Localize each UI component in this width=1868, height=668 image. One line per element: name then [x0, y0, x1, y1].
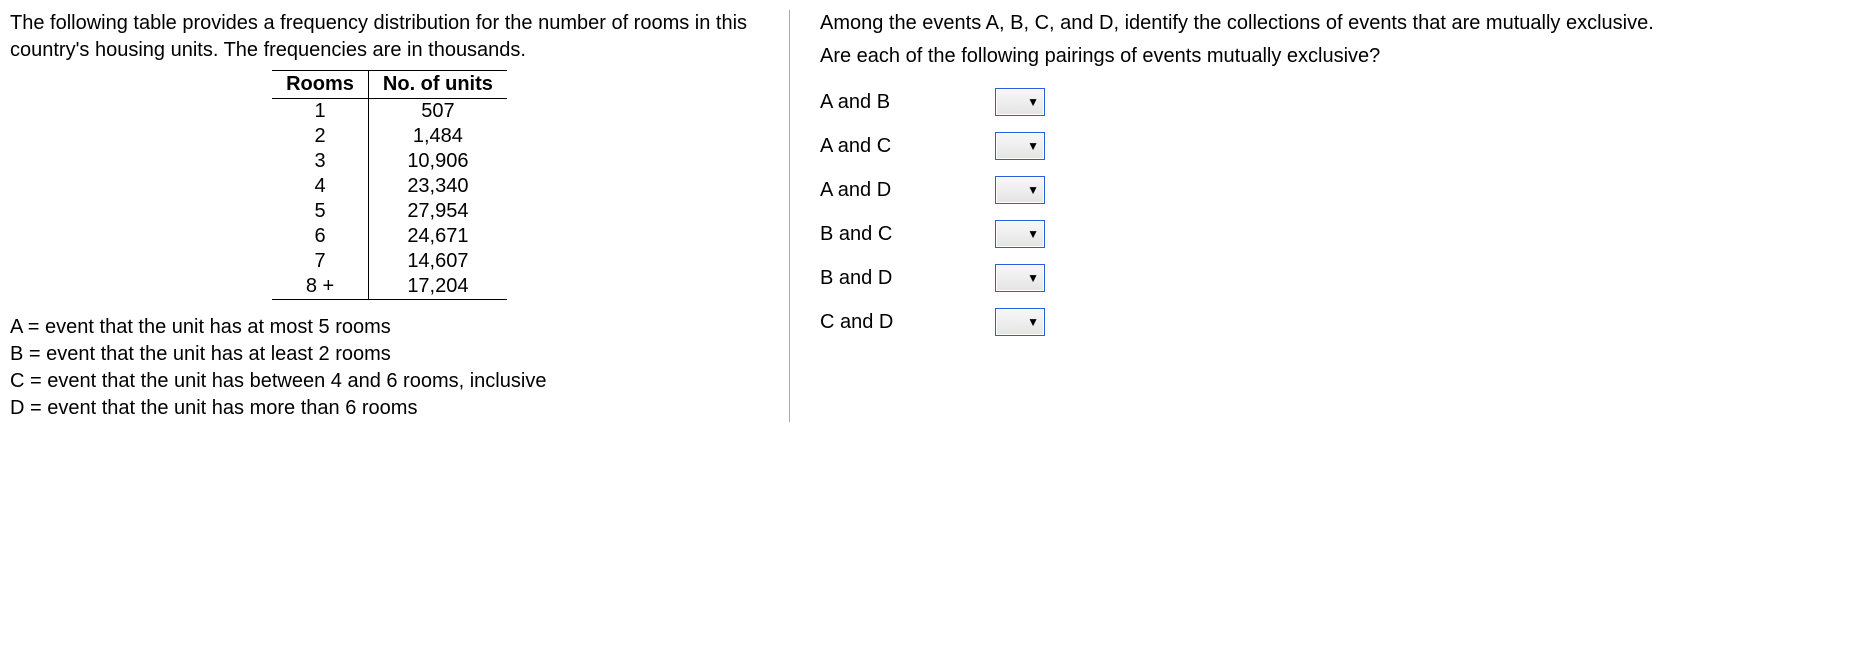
- table-row: 6 24,671: [272, 224, 507, 249]
- pair-row-ac: A and C ▼: [820, 132, 1858, 160]
- table-row: 5 27,954: [272, 199, 507, 224]
- event-d-def: D = event that the unit has more than 6 …: [10, 395, 769, 422]
- table-header-row: Rooms No. of units: [272, 71, 507, 99]
- cell-units: 507: [368, 99, 506, 125]
- cell-units: 24,671: [368, 224, 506, 249]
- dropdown-bd[interactable]: ▼: [995, 264, 1045, 292]
- sub-question-text: Are each of the following pairings of ev…: [820, 43, 1858, 70]
- right-panel: Among the events A, B, C, and D, identif…: [790, 10, 1858, 422]
- frequency-table: Rooms No. of units 1 507 2 1,484 3 10,90…: [272, 70, 507, 300]
- left-panel: The following table provides a frequency…: [10, 10, 790, 422]
- dropdown-ab[interactable]: ▼: [995, 88, 1045, 116]
- dropdown-ac[interactable]: ▼: [995, 132, 1045, 160]
- event-a-def: A = event that the unit has at most 5 ro…: [10, 314, 769, 341]
- chevron-down-icon: ▼: [1027, 183, 1039, 197]
- cell-rooms: 3: [272, 149, 368, 174]
- dropdown-ad[interactable]: ▼: [995, 176, 1045, 204]
- events-definitions: A = event that the unit has at most 5 ro…: [10, 314, 769, 422]
- pair-label: A and D: [820, 179, 995, 202]
- pair-label: B and C: [820, 223, 995, 246]
- intro-text: The following table provides a frequency…: [10, 10, 769, 64]
- table-row: 4 23,340: [272, 174, 507, 199]
- cell-units: 10,906: [368, 149, 506, 174]
- cell-units: 14,607: [368, 249, 506, 274]
- cell-rooms: 6: [272, 224, 368, 249]
- cell-units: 27,954: [368, 199, 506, 224]
- pair-row-ab: A and B ▼: [820, 88, 1858, 116]
- pair-row-bc: B and C ▼: [820, 220, 1858, 248]
- header-rooms: Rooms: [272, 71, 368, 99]
- chevron-down-icon: ▼: [1027, 95, 1039, 109]
- header-units: No. of units: [368, 71, 506, 99]
- pair-label: B and D: [820, 267, 995, 290]
- event-b-def: B = event that the unit has at least 2 r…: [10, 341, 769, 368]
- cell-rooms: 4: [272, 174, 368, 199]
- dropdown-bc[interactable]: ▼: [995, 220, 1045, 248]
- cell-rooms: 2: [272, 124, 368, 149]
- cell-units: 1,484: [368, 124, 506, 149]
- table-row: 1 507: [272, 99, 507, 125]
- pair-row-ad: A and D ▼: [820, 176, 1858, 204]
- table-row: 3 10,906: [272, 149, 507, 174]
- table-row: 7 14,607: [272, 249, 507, 274]
- event-c-def: C = event that the unit has between 4 an…: [10, 368, 769, 395]
- table-row: 2 1,484: [272, 124, 507, 149]
- pair-label: A and B: [820, 91, 995, 114]
- pair-label: A and C: [820, 135, 995, 158]
- pair-row-cd: C and D ▼: [820, 308, 1858, 336]
- cell-rooms: 7: [272, 249, 368, 274]
- chevron-down-icon: ▼: [1027, 227, 1039, 241]
- chevron-down-icon: ▼: [1027, 271, 1039, 285]
- cell-units: 23,340: [368, 174, 506, 199]
- cell-rooms: 5: [272, 199, 368, 224]
- chevron-down-icon: ▼: [1027, 315, 1039, 329]
- chevron-down-icon: ▼: [1027, 139, 1039, 153]
- cell-rooms: 8 +: [272, 274, 368, 300]
- pair-row-bd: B and D ▼: [820, 264, 1858, 292]
- cell-units: 17,204: [368, 274, 506, 300]
- question-text: Among the events A, B, C, and D, identif…: [820, 10, 1858, 37]
- cell-rooms: 1: [272, 99, 368, 125]
- table-row: 8 + 17,204: [272, 274, 507, 300]
- dropdown-cd[interactable]: ▼: [995, 308, 1045, 336]
- pair-label: C and D: [820, 311, 995, 334]
- main-container: The following table provides a frequency…: [10, 10, 1858, 422]
